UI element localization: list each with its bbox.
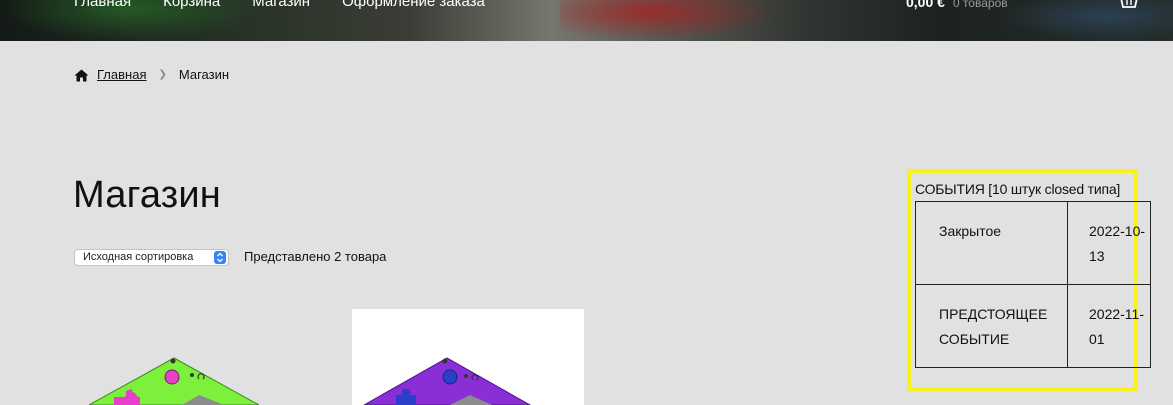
event-status: ПРЕДСТОЯЩЕЕ СОБЫТИЕ [915, 284, 1068, 368]
site-header: Главная Корзина Магазин Оформление заказ… [0, 0, 1173, 41]
sort-select[interactable]: Исходная сортировка [74, 249, 229, 266]
nav-item-home[interactable]: Главная [74, 0, 131, 12]
sort-select-value: Исходная сортировка [83, 251, 194, 263]
widget-title: СОБЫТИЯ [10 штук closed типа] [915, 181, 1121, 197]
home-icon [74, 69, 89, 82]
breadcrumb: Главная ❯ Магазин [74, 67, 229, 83]
chevron-right-icon: ❯ [158, 69, 167, 80]
table-row: Закрытое 2022-10-13 [915, 201, 1151, 285]
cart-amount: 0,00 € [906, 0, 945, 10]
event-status: Закрытое [915, 201, 1068, 285]
cart-count: 0 товаров [952, 0, 1008, 10]
nav-item-checkout[interactable]: Оформление заказа [342, 0, 485, 12]
nav-item-shop[interactable]: Магазин [252, 0, 310, 12]
select-arrows-icon [214, 251, 226, 264]
header-cart[interactable]: 0,00 € 0 товаров [906, 0, 1008, 13]
events-table: Закрытое 2022-10-13 ПРЕДСТОЯЩЕЕ СОБЫТИЕ … [915, 201, 1151, 368]
nav-item-cart[interactable]: Корзина [163, 0, 220, 12]
basket-icon[interactable] [1119, 0, 1139, 10]
events-widget: СОБЫТИЯ [10 штук closed типа] Закрытое 2… [907, 169, 1151, 391]
primary-nav: Главная Корзина Магазин Оформление заказ… [74, 0, 485, 12]
result-count: Представлено 2 товара [244, 249, 387, 264]
table-row: ПРЕДСТОЯЩЕЕ СОБЫТИЕ 2022-11-01 [915, 284, 1151, 368]
product-image-purple[interactable] [352, 309, 584, 405]
event-date: 2022-11-01 [1067, 284, 1151, 368]
breadcrumb-current: Магазин [178, 67, 230, 82]
product-image-green[interactable] [74, 309, 306, 405]
event-date: 2022-10-13 [1067, 201, 1151, 285]
breadcrumb-home-link[interactable]: Главная [97, 67, 146, 83]
page-title: Магазин [73, 174, 221, 216]
